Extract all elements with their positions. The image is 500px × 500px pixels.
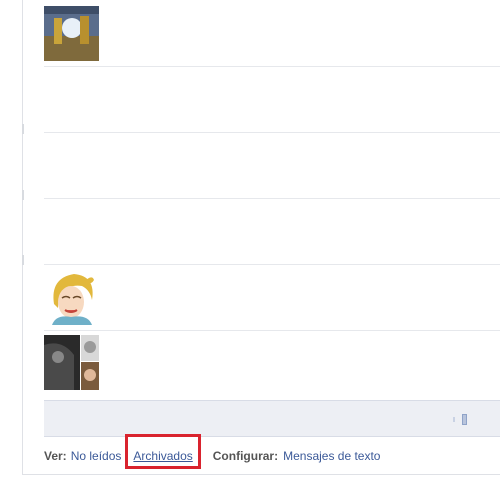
- conversation-item[interactable]: [44, 331, 500, 396]
- list-scroll-mark: [22, 190, 24, 200]
- load-more-bar[interactable]: [44, 400, 500, 437]
- avatar[interactable]: [44, 270, 99, 325]
- archived-filter-link[interactable]: Archivados: [133, 449, 192, 463]
- text-messages-settings-link[interactable]: Mensajes de texto: [283, 449, 380, 463]
- avatar-photo-action-icon: [44, 6, 99, 61]
- panel-divider: [22, 474, 500, 475]
- avatar-collage-icon: [44, 335, 99, 390]
- list-scroll-mark: [22, 255, 24, 265]
- configure-label: Configurar:: [212, 449, 279, 463]
- message-filters-footer: Ver: No leídos Archivados Configurar: Me…: [44, 447, 380, 465]
- view-label: Ver:: [44, 449, 67, 463]
- conversation-item[interactable]: [44, 133, 500, 198]
- list-scroll-mark: [22, 124, 24, 134]
- avatar[interactable]: [44, 6, 99, 61]
- unread-filter-link[interactable]: No leídos: [71, 449, 122, 463]
- conversation-item[interactable]: [44, 265, 500, 330]
- avatar-cartoon-blonde-icon: [44, 270, 99, 325]
- conversation-item[interactable]: [44, 0, 500, 66]
- conversation-item[interactable]: [44, 67, 500, 132]
- conversation-item[interactable]: [44, 199, 500, 264]
- loading-indicator-icon: [462, 414, 467, 425]
- avatar[interactable]: [44, 335, 99, 390]
- loading-dot-icon: [453, 417, 455, 422]
